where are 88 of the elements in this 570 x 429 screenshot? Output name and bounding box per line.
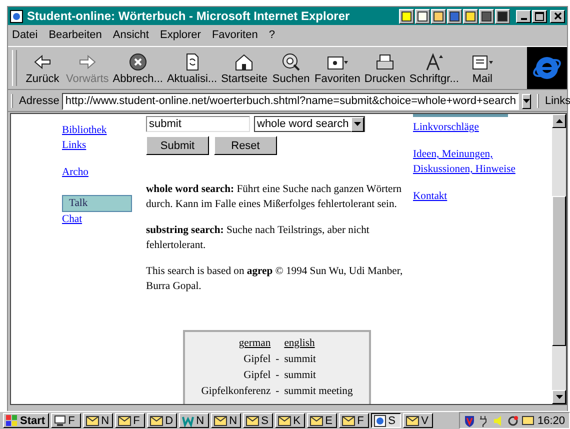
computer-icon xyxy=(54,414,66,426)
toolbar-button[interactable]: Schriftgr... xyxy=(407,47,461,89)
tray-icon[interactable] xyxy=(495,8,510,24)
menu-item[interactable]: ? xyxy=(268,29,275,41)
maximize-button[interactable] xyxy=(532,10,547,22)
column-header: german xyxy=(238,337,271,351)
toolbar-button[interactable]: Zurück xyxy=(21,47,64,89)
taskbar-button[interactable]: D xyxy=(147,413,178,428)
search-field[interactable]: submit xyxy=(146,116,250,132)
nav-link[interactable]: Bibliothek xyxy=(62,123,107,138)
scroll-up-icon[interactable] xyxy=(556,119,562,123)
table-cell: - xyxy=(276,385,280,399)
scroll-down-icon[interactable] xyxy=(556,395,562,399)
taskbar-button[interactable]: F xyxy=(115,413,146,428)
nav-link[interactable]: Links xyxy=(62,138,86,153)
taskbar-button[interactable]: F xyxy=(51,413,82,428)
windows-logo-icon xyxy=(6,415,18,426)
toolbar-button[interactable]: Favoriten xyxy=(312,47,362,89)
shield-icon xyxy=(464,414,476,426)
toolbar-button[interactable]: Mail xyxy=(460,47,504,89)
taskbar-button[interactable]: S xyxy=(371,413,402,428)
taskbar-button[interactable]: K xyxy=(275,413,306,428)
taskbar-button[interactable]: N xyxy=(179,413,210,428)
table-cell-text: Gipfel xyxy=(242,369,271,383)
window-title: Student-online: Wörterbuch - Microsoft Internet Explorer xyxy=(27,9,351,23)
clock: 16:20 xyxy=(537,414,565,426)
toolbar-button[interactable]: Abbrech... xyxy=(110,47,165,89)
menu-item[interactable]: Favoriten xyxy=(212,29,258,41)
toolbar-button[interactable]: Suchen xyxy=(270,47,313,89)
links-label[interactable]: Links xyxy=(545,95,570,107)
nav-link[interactable]: Linkvorschläge xyxy=(413,120,525,135)
nav-link[interactable]: Talk xyxy=(62,195,132,212)
nav-link[interactable]: Kontakt xyxy=(413,189,525,204)
taskbar-button[interactable]: F xyxy=(339,413,370,428)
tray-icon[interactable] xyxy=(447,8,462,24)
submit-button[interactable]: Submit xyxy=(146,136,209,155)
stop-icon xyxy=(126,52,149,72)
dropdown-button[interactable] xyxy=(522,94,531,108)
nav-link[interactable]: Ideen, Meinungen, Diskussionen, Hinweise xyxy=(413,147,525,177)
column-header: english xyxy=(284,337,316,351)
caret-icon xyxy=(354,122,361,126)
table-cell: Gipfelkonferenz xyxy=(201,385,271,399)
table-cell: summit meeting xyxy=(284,385,353,399)
paragraph: substring search: Suche nach Teilstrings, aber nicht fehlertolerant. xyxy=(146,224,370,253)
tray-icon[interactable] xyxy=(415,8,430,24)
address-field[interactable]: http://www.student-online.net/woerterbuch.shtml?name=submit&choice=whole+word+search xyxy=(62,92,519,110)
search-mode-dropdown[interactable]: whole word search xyxy=(254,116,365,132)
taskbar-button[interactable]: N xyxy=(211,413,242,428)
close-button[interactable] xyxy=(550,10,565,22)
browser-icon xyxy=(374,414,386,426)
taskbar-button[interactable]: E xyxy=(307,413,338,428)
start-button[interactable]: Start xyxy=(3,413,50,428)
table-cell-text: Gipfel xyxy=(242,353,271,367)
taskbar-button[interactable]: S xyxy=(243,413,274,428)
search-icon xyxy=(280,52,302,72)
scrollbar[interactable] xyxy=(552,114,566,404)
caret-icon xyxy=(523,99,530,103)
menu-item[interactable]: Ansicht xyxy=(112,29,149,41)
taskbar-button[interactable]: N xyxy=(83,413,114,428)
network-icon xyxy=(507,414,520,426)
reset-button[interactable]: Reset xyxy=(214,136,277,155)
home-icon xyxy=(233,52,256,72)
paragraph: whole word search: Führt eine Suche nach ganzen Wörtern durch. Kann im Falle eines Mißerfolges fehlertolerant sein. xyxy=(146,183,403,212)
toolbar-button[interactable]: Startseite xyxy=(219,47,270,89)
document-icon xyxy=(182,414,194,426)
minimize-button[interactable] xyxy=(516,10,531,22)
menu-item[interactable]: Bearbeiten xyxy=(48,29,102,41)
tray-icon[interactable] xyxy=(479,8,494,24)
table-cell-text: summit xyxy=(284,353,317,367)
menu-item[interactable]: Explorer xyxy=(160,29,201,41)
toolbar-button[interactable]: Drucken xyxy=(362,47,408,89)
taskbar-button[interactable]: V xyxy=(403,413,434,428)
browser-icon xyxy=(10,10,23,22)
tray-icon[interactable] xyxy=(431,8,446,24)
menu-item[interactable]: Datei xyxy=(12,29,38,41)
nav-link[interactable]: Chat xyxy=(62,212,82,227)
nav-link[interactable]: Archo xyxy=(62,165,88,180)
table-cell: - xyxy=(276,369,280,383)
table-cell: - xyxy=(276,353,280,367)
paragraph: This search is based on agrep © 1994 Sun Wu, Udi Manber, Burra Gopal. xyxy=(146,265,404,294)
toolbar-button[interactable]: Aktualisi... xyxy=(164,47,220,89)
close-icon xyxy=(554,12,562,20)
tray-icon[interactable] xyxy=(463,8,478,24)
print-icon xyxy=(374,52,396,72)
table-cell-text: summit xyxy=(284,369,317,383)
address-label: Adresse xyxy=(19,95,60,107)
maximize-icon xyxy=(535,12,544,20)
tray-icon[interactable] xyxy=(399,8,414,24)
